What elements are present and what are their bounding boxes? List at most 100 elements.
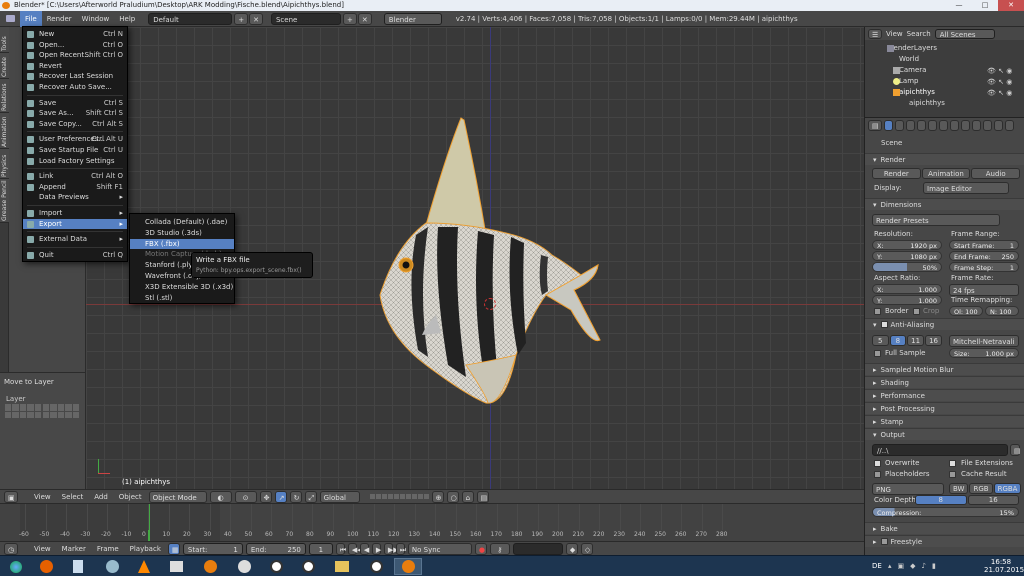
export-menu-item[interactable]: 3D Studio (.3ds) bbox=[130, 228, 234, 238]
export-menu-item[interactable]: FBX (.fbx) bbox=[130, 238, 234, 249]
menu-help[interactable]: Help bbox=[114, 11, 140, 27]
post-processing-panel-header[interactable]: Post Processing bbox=[865, 402, 1024, 414]
texture-tab-icon[interactable] bbox=[983, 119, 992, 131]
3d-cursor-icon[interactable] bbox=[484, 298, 496, 310]
layer-buttons[interactable] bbox=[369, 494, 429, 499]
explorer-icon[interactable] bbox=[162, 558, 190, 575]
tl-menu-playback[interactable]: Playback bbox=[126, 542, 165, 556]
delete-key-icon[interactable]: ◇ bbox=[580, 542, 593, 555]
display-select[interactable]: Image Editor bbox=[923, 182, 1009, 194]
frame-step-prop[interactable]: Frame Step: 1 bbox=[949, 262, 1019, 272]
manipulator-toggle[interactable]: ✥ bbox=[259, 490, 272, 503]
play-icon[interactable]: ▶ bbox=[371, 542, 381, 555]
scale-toggle[interactable]: ⤢ bbox=[304, 490, 317, 503]
mode-select[interactable]: Object Mode bbox=[148, 490, 207, 503]
remap-new-field[interactable]: N: 100 bbox=[985, 306, 1019, 316]
menu-render[interactable]: Render bbox=[42, 11, 77, 27]
outliner-row-aipichthys-mesh[interactable]: aipichthys bbox=[871, 98, 1021, 108]
color-bw-button[interactable]: BW bbox=[949, 483, 969, 494]
motion-blur-panel-header[interactable]: Sampled Motion Blur bbox=[865, 363, 1024, 375]
file-menu-item[interactable]: Recover Auto Save... bbox=[23, 82, 127, 92]
menu-window[interactable]: Window bbox=[77, 11, 115, 27]
scene-field[interactable]: Scene bbox=[270, 12, 341, 25]
file-menu-item[interactable]: Save Startup File Ctrl U bbox=[23, 145, 127, 155]
maximize-button[interactable]: □ bbox=[972, 0, 998, 11]
resolution-x-field[interactable]: X: 1920 px bbox=[872, 240, 942, 250]
render-engine-select[interactable]: Blender Render bbox=[383, 12, 442, 36]
output-browse-icon[interactable]: ▤ bbox=[1010, 444, 1021, 456]
tray-icons[interactable]: ▴▣◆♪▮ bbox=[888, 562, 942, 570]
tl-menu-frame[interactable]: Frame bbox=[93, 542, 123, 556]
animation-button[interactable]: Animation bbox=[921, 168, 971, 179]
full-sample-checkbox[interactable] bbox=[874, 350, 881, 357]
file-menu-item[interactable]: New Ctrl N bbox=[23, 29, 127, 39]
object-tab-icon[interactable] bbox=[928, 119, 937, 131]
color-depth-16-button[interactable]: 16 bbox=[967, 495, 1019, 505]
steam-icon[interactable] bbox=[98, 558, 126, 575]
resolution-percentage-field[interactable]: 50% bbox=[872, 262, 942, 272]
dimensions-panel-header[interactable]: Dimensions bbox=[865, 198, 1024, 210]
modifiers-tab-icon[interactable] bbox=[950, 119, 959, 131]
unreal-task-icon[interactable] bbox=[362, 558, 390, 575]
file-menu-item[interactable]: Append Shift F1 bbox=[23, 182, 127, 192]
blender-task-icon[interactable] bbox=[196, 558, 224, 575]
jump-end-icon[interactable]: ⏭ bbox=[395, 542, 406, 555]
file-menu-item[interactable]: Export ▸ bbox=[23, 218, 127, 229]
scene-tab-icon[interactable] bbox=[906, 119, 915, 131]
outliner-scope-select[interactable]: All Scenes bbox=[934, 28, 995, 39]
file-menu-item[interactable]: User Preferences... Ctrl Alt U bbox=[23, 134, 127, 144]
file-menu-item[interactable]: Revert bbox=[23, 61, 127, 71]
close-button[interactable]: ✕ bbox=[998, 0, 1024, 11]
lamp-visibility-icons[interactable]: 👁 ↖ ◉ bbox=[987, 78, 1012, 86]
export-menu-item[interactable]: X3D Extensible 3D (.x3d) bbox=[130, 282, 234, 292]
notepad-icon[interactable] bbox=[64, 558, 92, 575]
vp-menu-select[interactable]: Select bbox=[58, 490, 88, 504]
freestyle-panel-header[interactable]: Freestyle bbox=[865, 535, 1024, 547]
start-frame-field[interactable]: Start: 1 bbox=[182, 542, 243, 555]
minimize-button[interactable]: — bbox=[946, 0, 972, 11]
lock-camera-icon[interactable]: ⊕ bbox=[431, 490, 444, 503]
editor-type-timeline-icon[interactable]: ◷ bbox=[4, 542, 18, 555]
end-frame-field[interactable]: End: 250 bbox=[245, 542, 306, 555]
file-menu-item[interactable]: Load Factory Settings bbox=[23, 156, 127, 166]
sync-select[interactable]: No Sync bbox=[407, 542, 472, 555]
editor-type-outliner-icon[interactable]: ☰ bbox=[868, 28, 882, 39]
current-frame-field[interactable]: 1 bbox=[308, 542, 333, 555]
aa-samples-8[interactable]: 8 bbox=[889, 335, 907, 346]
fish-mesh[interactable] bbox=[366, 115, 606, 405]
bake-panel-header[interactable]: Bake bbox=[865, 522, 1024, 534]
render-button[interactable]: Render bbox=[872, 168, 921, 179]
aa-samples-11[interactable]: 11 bbox=[907, 335, 925, 346]
stamp-panel-header[interactable]: Stamp bbox=[865, 415, 1024, 427]
file-menu-item[interactable]: Quit Ctrl Q bbox=[23, 250, 127, 260]
aspect-y-field[interactable]: Y: 1.000 bbox=[872, 295, 942, 305]
outliner-row-world[interactable]: World bbox=[871, 54, 1021, 64]
file-menu-item[interactable]: Import ▸ bbox=[23, 208, 127, 218]
file-menu-item[interactable]: Open Recent... Shift Ctrl O bbox=[23, 50, 127, 60]
performance-panel-header[interactable]: Performance bbox=[865, 389, 1024, 401]
timeline[interactable]: -60 -50 -40 -30 -20 -10 0 10 20 30 40 50 60 70 80 90 100… bbox=[0, 503, 864, 542]
output-panel-header[interactable]: Output bbox=[865, 428, 1024, 440]
render-preview-icon[interactable]: ▤ bbox=[476, 490, 489, 503]
tab-create[interactable]: Create bbox=[0, 53, 9, 79]
file-menu-item[interactable]: Recover Last Session bbox=[23, 71, 127, 81]
editor-type-properties-icon[interactable]: ▤ bbox=[868, 119, 882, 131]
color-rgba-button[interactable]: RGBA bbox=[993, 483, 1022, 494]
remap-old-field[interactable]: Ol: 100 bbox=[949, 306, 983, 316]
proportional-edit-icon[interactable]: ○ bbox=[446, 490, 459, 503]
insert-key-icon[interactable]: ◆ bbox=[565, 542, 578, 555]
tl-menu-view[interactable]: View bbox=[30, 542, 55, 556]
border-checkbox[interactable] bbox=[874, 308, 881, 315]
aspect-x-field[interactable]: X: 1.000 bbox=[872, 284, 942, 294]
material-tab-icon[interactable] bbox=[972, 119, 981, 131]
scene-remove-button[interactable]: ✕ bbox=[357, 12, 372, 25]
file-menu-item[interactable]: Link Ctrl Alt O bbox=[23, 171, 127, 181]
vp-menu-add[interactable]: Add bbox=[90, 490, 112, 504]
frame-rate-select[interactable]: 24 fps bbox=[949, 284, 1019, 296]
overwrite-checkbox[interactable] bbox=[874, 460, 881, 467]
app-icon[interactable] bbox=[230, 558, 258, 575]
start-frame-prop[interactable]: Start Frame: 1 bbox=[949, 240, 1019, 250]
orientation-select[interactable]: Global bbox=[319, 490, 360, 503]
folder-task-icon[interactable] bbox=[328, 558, 356, 575]
particles-tab-icon[interactable] bbox=[994, 119, 1003, 131]
